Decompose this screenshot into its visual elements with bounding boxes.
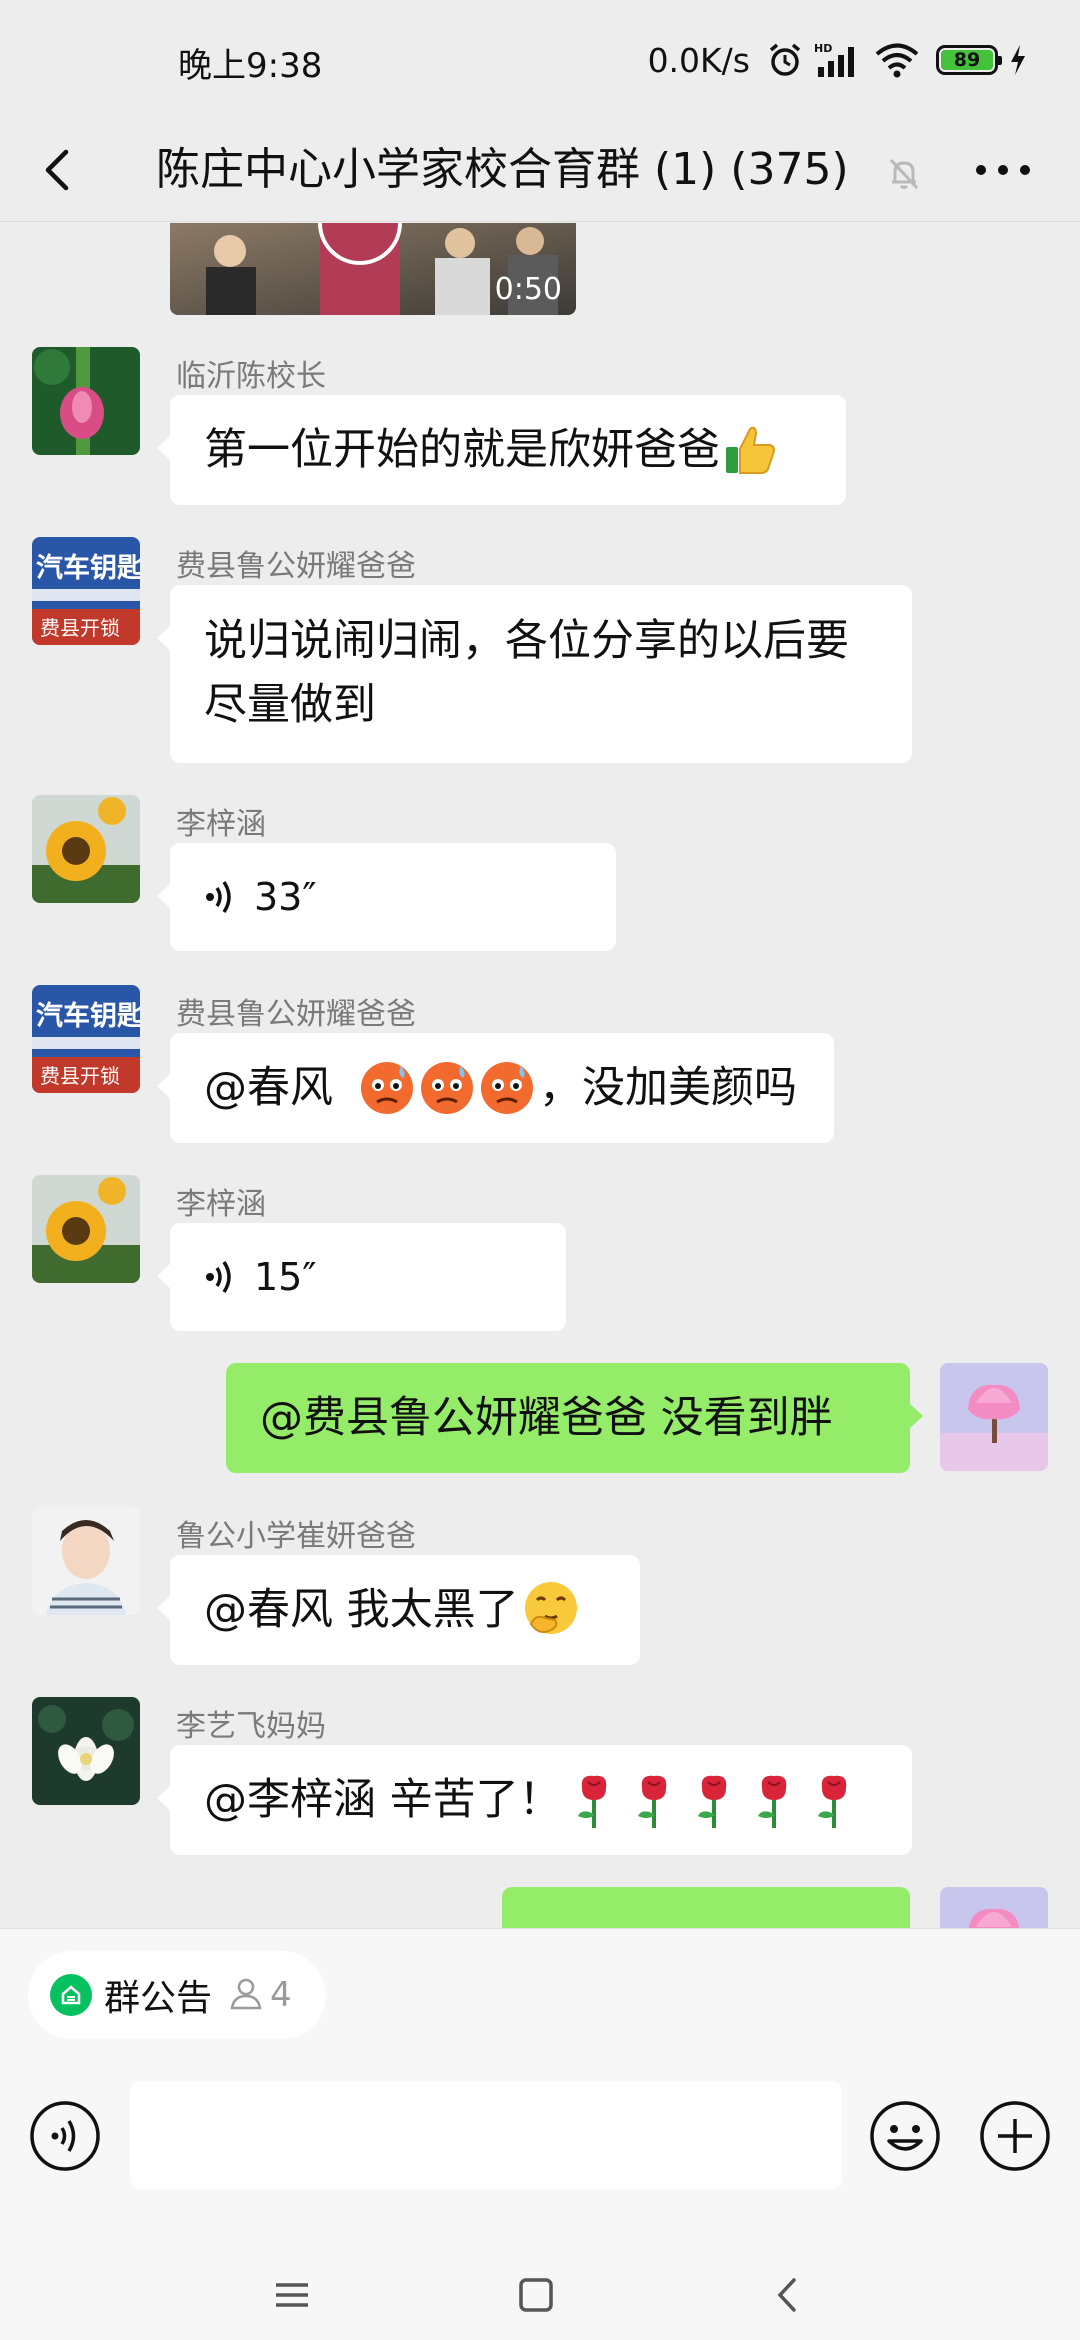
svg-text:汽车钥匙: 汽车钥匙 [36,552,140,584]
voice-message[interactable]: 33″ [157,843,616,951]
voice-wave-icon [204,1257,238,1297]
my-message-bubble[interactable] [502,1887,923,1928]
message-text: @春风 我太黑了 [204,1585,519,1635]
bottom-panel: 群公告 4 [0,1928,1080,2340]
message-text-line: 尽量做到 [204,680,376,730]
back-arrow-icon [45,149,69,191]
voice-message[interactable]: 15″ [157,1223,566,1331]
wifi-icon [874,41,920,79]
message-text-line: 说归说闹归闹，各位分享的以后要 [204,616,849,666]
thumbs-up-icon [722,421,780,479]
sender-name: 临沂陈校长 [176,359,326,394]
voice-icon [30,2101,100,2171]
message-text: @李梓涵 辛苦了！ [204,1775,562,1825]
message-bubble[interactable]: @李梓涵 辛苦了！ [157,1745,912,1855]
message-input[interactable] [130,2081,842,2189]
smiley-icon [870,2101,940,2171]
message-bubble[interactable]: @春风 ，没加美颜吗 [157,1033,834,1143]
svg-text:费县开锁: 费县开锁 [40,1064,120,1088]
group-notice-button[interactable]: 群公告 4 [28,1951,326,2039]
mute-bell-icon [886,156,922,196]
avatar[interactable] [32,795,140,903]
nav-back-icon [777,2278,796,2312]
message-bubble[interactable]: 第一位开始的就是欣妍爸爸 [157,395,846,505]
voice-duration: 15″ [254,1255,317,1299]
status-bar: 晚上9:38 0.0K/s HD 89 [0,0,1080,118]
mention: @春风 [204,1063,333,1113]
nav-home-button[interactable] [506,2265,566,2325]
more-dots-icon [976,165,1030,175]
announcement-icon [50,1974,92,2016]
sender-name: 李梓涵 [176,807,266,842]
network-speed: 0.0K/s [647,40,750,80]
svg-text:HD: HD [814,42,832,55]
message-bubble[interactable]: 说归说闹归闹，各位分享的以后要 尽量做到 [157,585,912,763]
chat-header: 陈庄中心小学家校合育群 (1) (375) [0,118,1080,222]
voice-wave-icon [204,877,238,917]
thinking-hand-face-icon [521,1580,581,1640]
alarm-clock-icon [766,41,804,79]
my-avatar[interactable] [940,1363,1048,1471]
nav-menu-button[interactable] [262,2265,322,2325]
sender-name: 费县鲁公妍耀爸爸 [176,549,416,584]
emoji-button[interactable] [868,2099,942,2173]
avatar[interactable] [32,347,140,455]
rose-icon [564,1770,854,1830]
sender-name: 费县鲁公妍耀爸爸 [176,997,416,1032]
my-message-bubble[interactable]: @费县鲁公妍耀爸爸 没看到胖 [226,1363,923,1473]
avatar[interactable] [32,1697,140,1805]
person-icon [228,1975,264,2015]
message-list[interactable]: 0:50 临沂陈校长 第一位开始的就是欣妍爸爸 汽车钥匙 费县开锁 费县鲁公妍耀爸… [0,223,1080,1928]
sender-name: 鲁公小学崔妍爸爸 [176,1519,416,1554]
chat-title: 陈庄中心小学家校合育群 (1) (375) [156,144,849,195]
nav-back-button[interactable] [758,2265,818,2325]
sender-name: 李梓涵 [176,1187,266,1222]
menu-icon [276,2283,308,2307]
home-square-icon [519,2278,553,2312]
charging-bolt-icon [1008,43,1028,77]
avatar[interactable]: 汽车钥匙费县开锁 [32,537,140,645]
hd-signal-icon: HD [814,41,864,79]
voice-input-button[interactable] [28,2099,102,2173]
message-bubble[interactable]: @春风 我太黑了 [157,1555,640,1665]
more-options-button[interactable] [968,140,1038,200]
avatar[interactable] [32,1175,140,1283]
anxious-sweat-face-icon [357,1058,537,1118]
avatar[interactable] [32,1507,140,1615]
battery-icon: 89 [936,45,1002,75]
svg-text:汽车钥匙: 汽车钥匙 [36,1000,140,1032]
more-functions-button[interactable] [978,2099,1052,2173]
svg-text:费县开锁: 费县开锁 [40,616,120,640]
notice-count: 4 [270,1975,292,2015]
battery-level: 89 [941,49,993,71]
status-time: 晚上9:38 [178,46,323,86]
message-text: 第一位开始的就是欣妍爸爸 [204,425,720,475]
message-text: ，没加美颜吗 [539,1063,797,1113]
video-message[interactable]: 0:50 [170,223,576,315]
back-button[interactable] [28,138,92,202]
avatar[interactable]: 汽车钥匙费县开锁 [32,985,140,1093]
my-avatar[interactable] [940,1887,1048,1928]
system-nav-bar [0,2237,1080,2340]
voice-duration: 33″ [254,875,317,919]
plus-icon [980,2101,1050,2171]
message-text: @费县鲁公妍耀爸爸 没看到胖 [260,1393,833,1443]
sender-name: 李艺飞妈妈 [176,1709,326,1744]
status-indicators: 0.0K/s HD 89 [648,36,1028,84]
group-notice-label: 群公告 [104,1978,213,2019]
video-duration: 0:50 [494,272,562,307]
